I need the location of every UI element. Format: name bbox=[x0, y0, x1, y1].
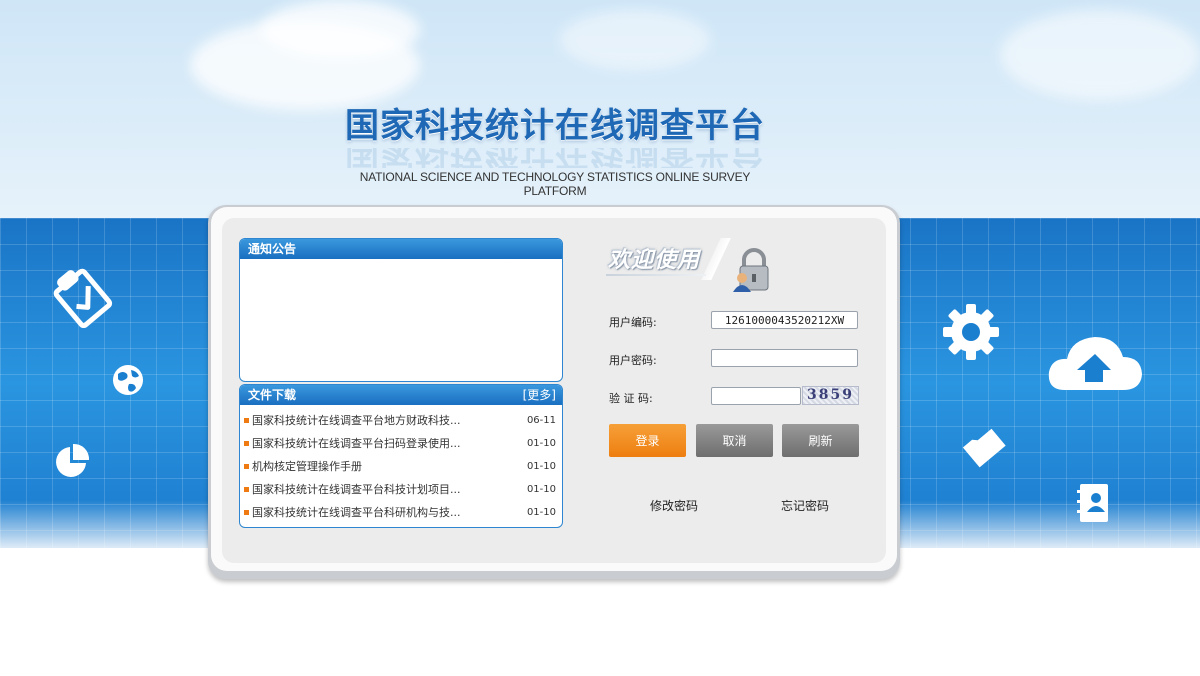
list-item[interactable]: 国家科技统计在线调查平台地方财政科技... 06-11 bbox=[240, 409, 562, 432]
file-title[interactable]: 机构核定管理操作手册 bbox=[252, 460, 362, 473]
password-input[interactable] bbox=[711, 349, 858, 367]
captcha-image[interactable]: 3859 bbox=[802, 386, 859, 405]
bullet-icon bbox=[244, 487, 249, 492]
list-item[interactable]: 机构核定管理操作手册 01-10 bbox=[240, 455, 562, 478]
captcha-input[interactable] bbox=[711, 387, 801, 405]
bullet-icon bbox=[244, 418, 249, 423]
folder-icon bbox=[962, 428, 1006, 468]
user-code-label: 用户编码: bbox=[609, 316, 657, 329]
list-item[interactable]: 国家科技统计在线调查平台科研机构与技... 01-10 bbox=[240, 501, 562, 524]
clipboard-icon bbox=[53, 268, 113, 328]
file-date: 01-10 bbox=[526, 507, 556, 518]
gear-icon bbox=[943, 304, 999, 360]
file-title[interactable]: 国家科技统计在线调查平台扫码登录使用... bbox=[252, 437, 461, 450]
site-title-en: NATIONAL SCIENCE AND TECHNOLOGY STATISTI… bbox=[359, 170, 751, 198]
site-title-reflection: 国家科技统计在线调查平台 bbox=[345, 148, 765, 168]
globe-icon bbox=[113, 365, 143, 395]
site-title-cn: 国家科技统计在线调查平台 bbox=[345, 106, 765, 146]
list-item[interactable]: 国家科技统计在线调查平台扫码登录使用... 01-10 bbox=[240, 432, 562, 455]
cloud-upload-icon bbox=[1048, 337, 1142, 390]
file-title[interactable]: 国家科技统计在线调查平台科研机构与技... bbox=[252, 506, 461, 519]
downloads-more-link[interactable]: [更多] bbox=[523, 385, 556, 405]
file-date: 01-10 bbox=[526, 438, 556, 449]
notice-box: 通知公告 bbox=[239, 238, 563, 382]
notice-header-title: 通知公告 bbox=[248, 242, 297, 256]
login-button[interactable]: 登录 bbox=[609, 424, 686, 457]
change-password-link[interactable]: 修改密码 bbox=[650, 497, 698, 514]
downloads-header-title: 文件下载 bbox=[248, 388, 297, 402]
file-title[interactable]: 国家科技统计在线调查平台地方财政科技... bbox=[252, 414, 461, 427]
downloads-list: 国家科技统计在线调查平台地方财政科技... 06-11 国家科技统计在线调查平台… bbox=[240, 405, 562, 524]
downloads-box: 文件下载 [更多] 国家科技统计在线调查平台地方财政科技... 06-11 国家… bbox=[239, 384, 563, 528]
file-date: 01-10 bbox=[526, 484, 556, 495]
file-date: 01-10 bbox=[526, 461, 556, 472]
bullet-icon bbox=[244, 510, 249, 515]
header-title: 国家科技统计在线调查平台 国家科技统计在线调查平台 NATIONAL SCIEN… bbox=[330, 104, 780, 198]
captcha-label: 验 证 码: bbox=[609, 392, 653, 405]
forgot-password-link[interactable]: 忘记密码 bbox=[781, 497, 829, 514]
file-date: 06-11 bbox=[526, 415, 556, 426]
notice-content bbox=[240, 259, 562, 379]
bullet-icon bbox=[244, 464, 249, 469]
pie-chart-icon bbox=[56, 443, 90, 477]
bullet-icon bbox=[244, 441, 249, 446]
refresh-button[interactable]: 刷新 bbox=[782, 424, 859, 457]
user-code-input[interactable] bbox=[711, 311, 858, 329]
notice-header: 通知公告 bbox=[240, 239, 562, 259]
downloads-header: 文件下载 [更多] bbox=[240, 385, 562, 405]
welcome-heading: 欢迎使用 bbox=[608, 248, 701, 273]
lock-user-icon bbox=[733, 248, 769, 292]
contacts-book-icon bbox=[1077, 484, 1108, 522]
list-item[interactable]: 国家科技统计在线调查平台科技计划项目... 01-10 bbox=[240, 478, 562, 501]
password-label: 用户密码: bbox=[609, 354, 657, 367]
file-title[interactable]: 国家科技统计在线调查平台科技计划项目... bbox=[252, 483, 461, 496]
cancel-button[interactable]: 取消 bbox=[696, 424, 773, 457]
